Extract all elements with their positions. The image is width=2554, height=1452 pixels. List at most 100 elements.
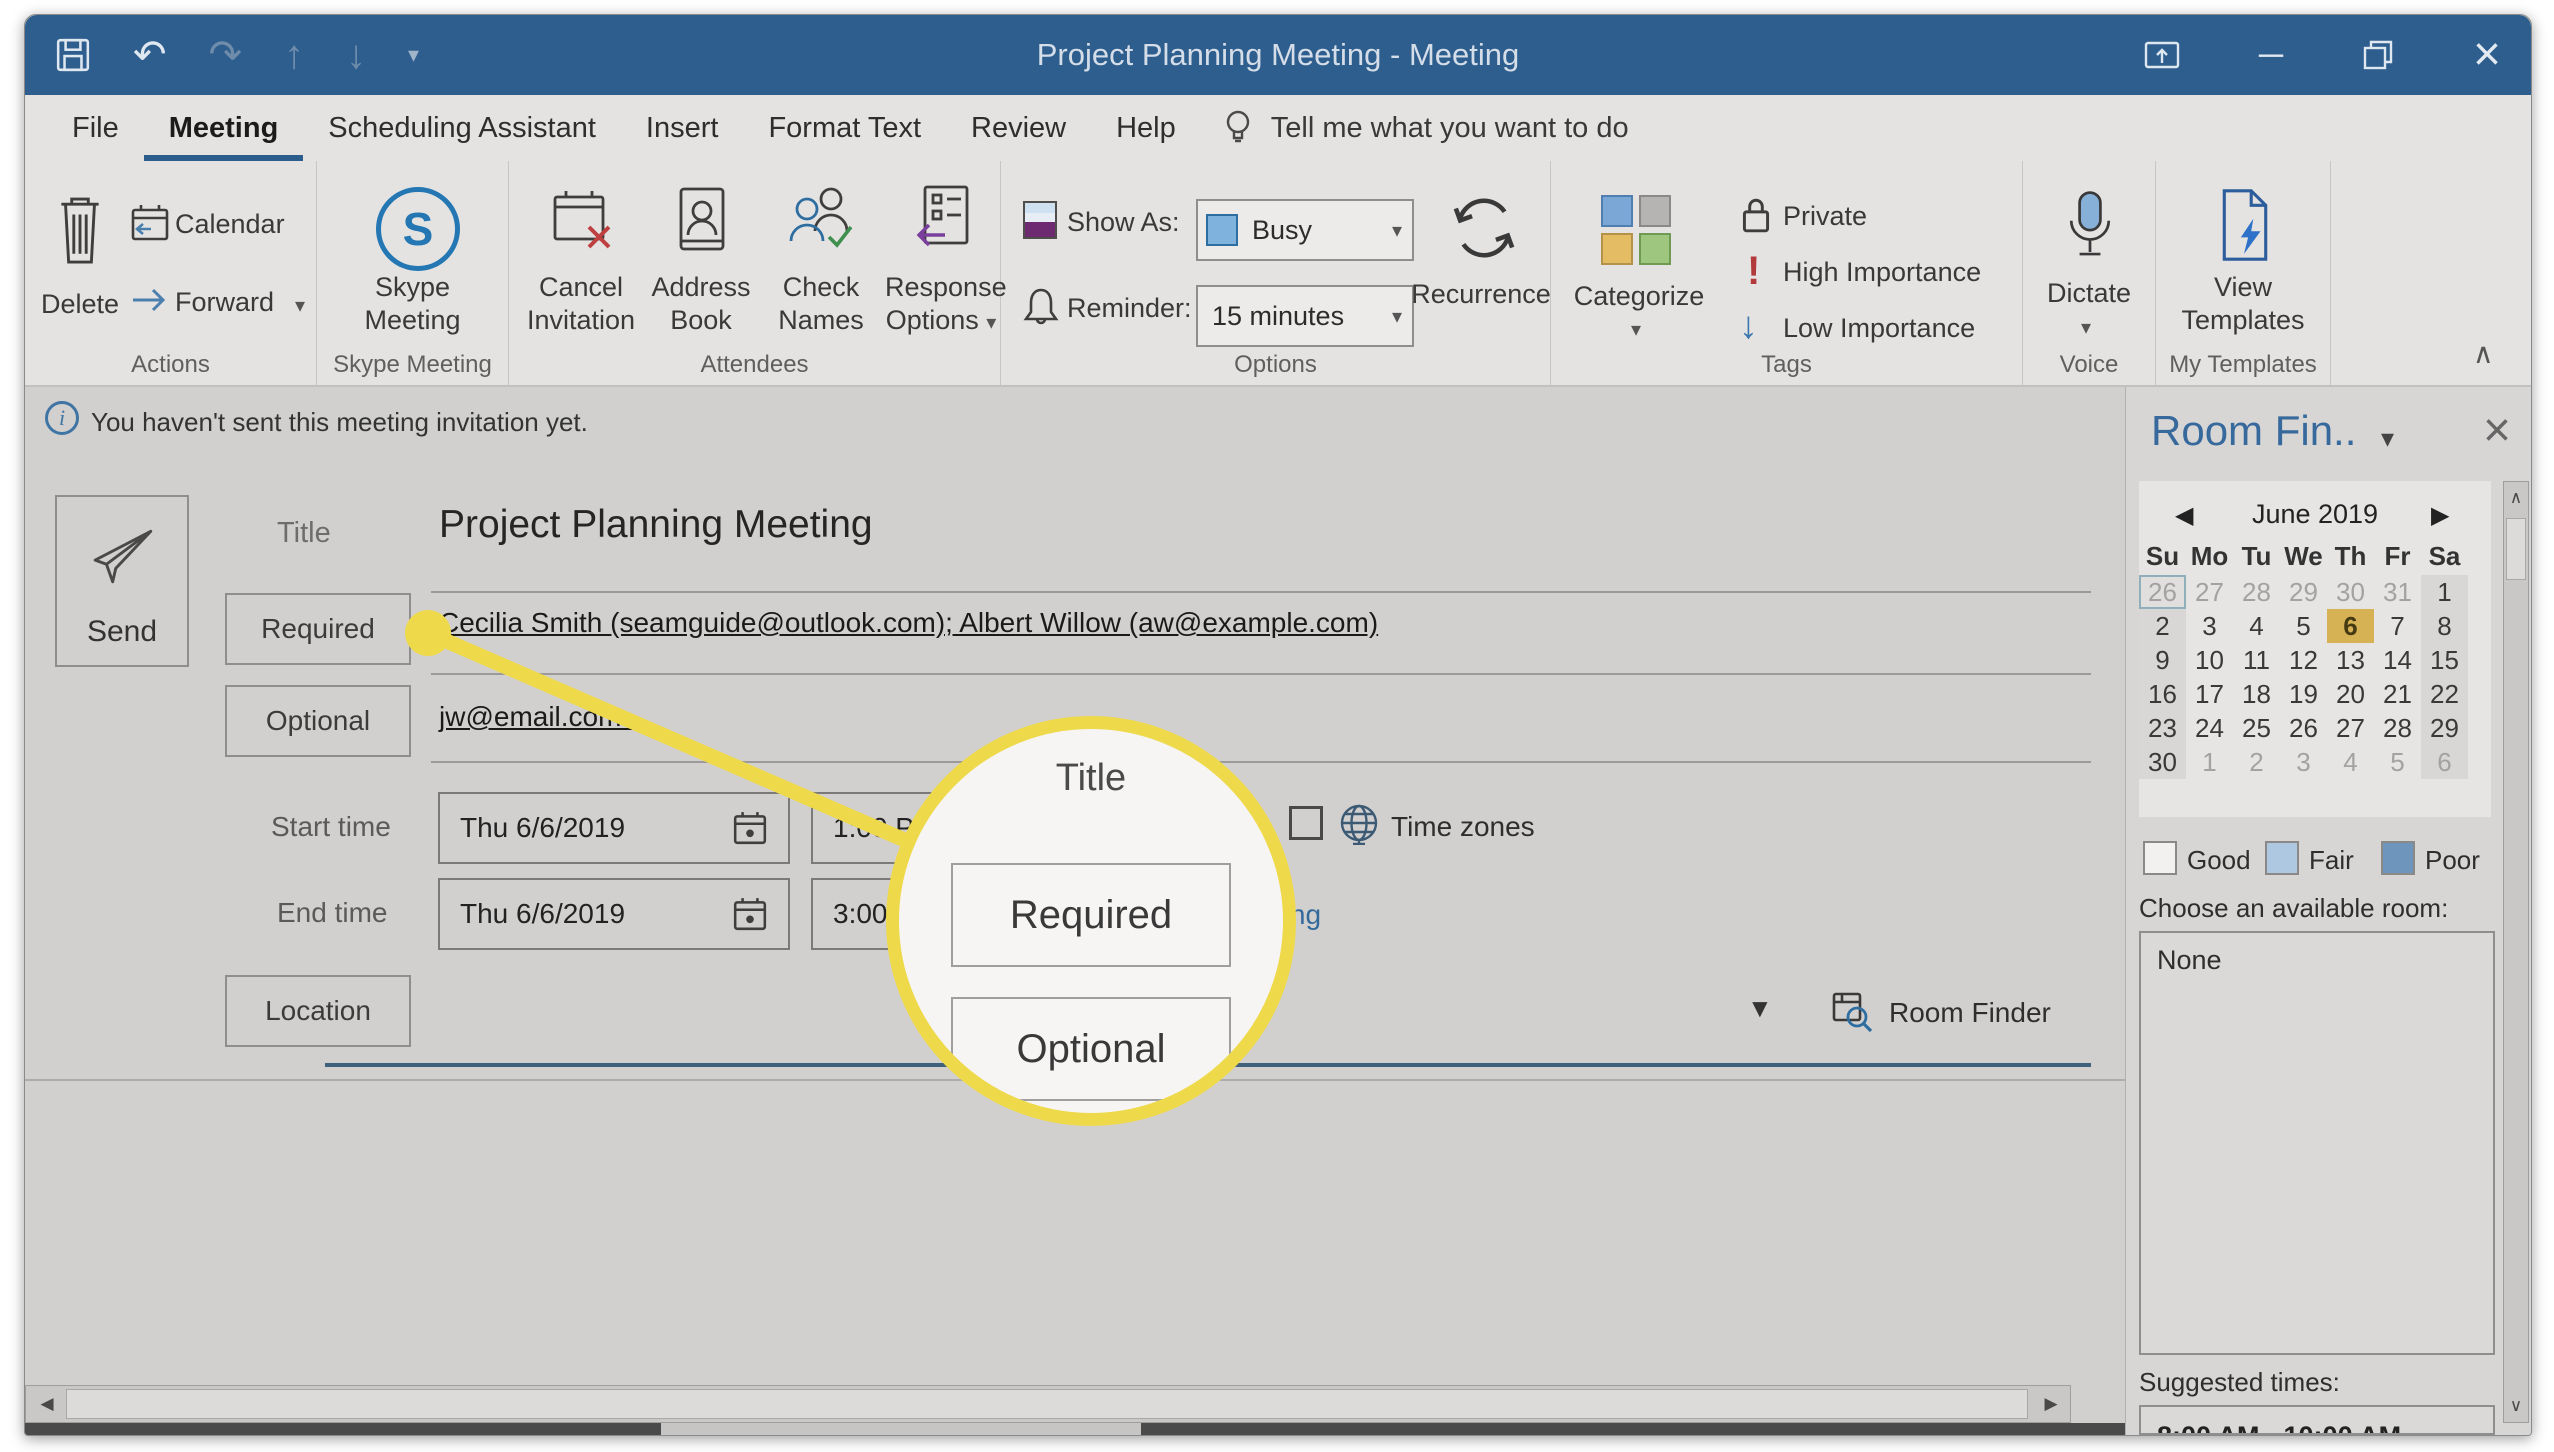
recurrence-icon[interactable]	[1445, 189, 1523, 267]
qat-customize-caret-icon[interactable]: ▾	[408, 44, 419, 66]
calendar-icon[interactable]	[129, 203, 171, 243]
minimize-button[interactable]: ─	[2259, 38, 2283, 72]
panel-scroll-down-icon[interactable]: ∨	[2504, 1394, 2528, 1418]
end-date-picker[interactable]: Thu 6/6/2019	[438, 878, 790, 950]
calendar-day[interactable]: 26	[2139, 575, 2186, 609]
calendar-button-label[interactable]: Calendar	[175, 209, 285, 240]
calendar-day[interactable]: 14	[2374, 643, 2421, 677]
tab-help[interactable]: Help	[1091, 95, 1201, 161]
tab-scheduling-assistant[interactable]: Scheduling Assistant	[303, 95, 621, 161]
calendar-day[interactable]: 29	[2421, 711, 2468, 745]
panel-scrollbar-thumb[interactable]	[2506, 518, 2526, 580]
calendar-day[interactable]: 25	[2233, 711, 2280, 745]
required-field-value[interactable]: Cecilia Smith (seamguide@outlook.com); A…	[439, 607, 1378, 639]
suggested-time-item[interactable]: 8:00 AM - 10:00 AM	[2141, 1407, 2493, 1435]
tab-review[interactable]: Review	[946, 95, 1091, 161]
title-field-value[interactable]: Project Planning Meeting	[439, 503, 873, 547]
horizontal-scrollbar-thumb[interactable]	[66, 1389, 2028, 1419]
available-rooms-listbox[interactable]: None	[2139, 931, 2495, 1355]
tab-file[interactable]: File	[47, 95, 144, 161]
room-finder-title-caret-icon[interactable]: ▾	[2381, 423, 2394, 454]
restore-button[interactable]	[2361, 38, 2395, 72]
calendar-day[interactable]: 2	[2139, 609, 2186, 643]
delete-label[interactable]: Delete	[25, 289, 135, 320]
categorize-icon[interactable]	[1601, 195, 1671, 265]
tell-me-box[interactable]: Tell me what you want to do	[1221, 95, 1629, 161]
calendar-day[interactable]: 9	[2139, 643, 2186, 677]
send-button[interactable]: Send	[55, 495, 189, 667]
room-finder-button[interactable]: Room Finder	[1831, 991, 2051, 1035]
calendar-day[interactable]: 30	[2327, 575, 2374, 609]
address-book-button[interactable]: Address Book	[645, 161, 757, 361]
room-list-item[interactable]: None	[2141, 933, 2493, 988]
calendar-day[interactable]: 26	[2280, 711, 2327, 745]
calendar-day[interactable]: 18	[2233, 677, 2280, 711]
end-date-calendar-icon[interactable]	[732, 896, 768, 932]
calendar-day[interactable]: 4	[2327, 745, 2374, 779]
calendar-day[interactable]: 5	[2374, 745, 2421, 779]
skype-meeting-label-2[interactable]: Meeting	[317, 304, 508, 337]
response-options-button[interactable]: Response Options ▾	[885, 161, 997, 361]
calendar-day[interactable]: 1	[2421, 575, 2468, 609]
show-as-select[interactable]: Busy ▾	[1196, 199, 1414, 261]
calendar-day[interactable]: 11	[2233, 643, 2280, 677]
view-templates-label-2[interactable]: Templates	[2156, 304, 2330, 337]
location-button[interactable]: Location	[225, 975, 411, 1047]
dictate-label[interactable]: Dictate	[2023, 277, 2155, 310]
calendar-day[interactable]: 20	[2327, 677, 2374, 711]
collapse-ribbon-chevron-icon[interactable]: ∧	[2473, 337, 2494, 370]
start-date-calendar-icon[interactable]	[732, 810, 768, 846]
skype-icon[interactable]: S	[376, 187, 460, 271]
high-importance-label[interactable]: High Importance	[1783, 257, 1981, 288]
dictate-microphone-icon[interactable]	[2065, 189, 2115, 267]
calendar-day[interactable]: 2	[2233, 745, 2280, 779]
panel-scroll-up-icon[interactable]: ∧	[2504, 486, 2528, 510]
required-button[interactable]: Required	[225, 593, 411, 665]
reminder-select[interactable]: 15 minutes ▾	[1196, 285, 1414, 347]
room-finder-close-icon[interactable]: ×	[2483, 403, 2511, 458]
scroll-right-arrow-icon[interactable]: ▶	[2036, 1388, 2066, 1420]
ribbon-display-options-icon[interactable]	[2143, 38, 2181, 72]
low-importance-label[interactable]: Low Importance	[1783, 313, 1975, 344]
calendar-next-month-icon[interactable]: ▶	[2431, 501, 2449, 530]
tab-insert[interactable]: Insert	[621, 95, 744, 161]
calendar-day[interactable]: 5	[2280, 609, 2327, 643]
view-templates-icon[interactable]	[2216, 187, 2274, 263]
calendar-day[interactable]: 7	[2374, 609, 2421, 643]
private-label[interactable]: Private	[1783, 201, 1867, 232]
horizontal-scrollbar[interactable]: ◀ ▶	[25, 1385, 2071, 1423]
calendar-day[interactable]: 17	[2186, 677, 2233, 711]
start-date-picker[interactable]: Thu 6/6/2019	[438, 792, 790, 864]
location-dropdown-caret-icon[interactable]: ▼	[1747, 993, 1773, 1024]
calendar-day[interactable]: 27	[2186, 575, 2233, 609]
calendar-day[interactable]: 23	[2139, 711, 2186, 745]
calendar-day[interactable]: 19	[2280, 677, 2327, 711]
cancel-invitation-button[interactable]: Cancel Invitation	[525, 161, 637, 361]
calendar-day[interactable]: 24	[2186, 711, 2233, 745]
save-icon[interactable]	[55, 37, 91, 73]
categorize-caret-icon[interactable]: ▾	[1631, 317, 1641, 342]
scroll-left-arrow-icon[interactable]: ◀	[32, 1388, 62, 1420]
calendar-day[interactable]: 3	[2280, 745, 2327, 779]
calendar-month-label[interactable]: June 2019	[2205, 499, 2425, 530]
forward-arrow-icon[interactable]	[129, 283, 171, 317]
calendar-day[interactable]: 8	[2421, 609, 2468, 643]
calendar-day[interactable]: 28	[2233, 575, 2280, 609]
optional-button[interactable]: Optional	[225, 685, 411, 757]
calendar-day[interactable]: 15	[2421, 643, 2468, 677]
recurrence-label[interactable]: Recurrence	[1411, 279, 1551, 310]
calendar-day[interactable]: 27	[2327, 711, 2374, 745]
calendar-day[interactable]: 12	[2280, 643, 2327, 677]
undo-icon[interactable]: ↶	[133, 35, 167, 75]
calendar-day[interactable]: 10	[2186, 643, 2233, 677]
calendar-day[interactable]: 31	[2374, 575, 2421, 609]
calendar-day[interactable]: 13	[2327, 643, 2374, 677]
calendar-day[interactable]: 1	[2186, 745, 2233, 779]
skype-meeting-label-1[interactable]: Skype	[317, 271, 508, 304]
timezones-checkbox[interactable]	[1289, 806, 1323, 840]
view-templates-label-1[interactable]: View	[2156, 271, 2330, 304]
delete-icon[interactable]	[49, 191, 111, 267]
calendar-day[interactable]: 4	[2233, 609, 2280, 643]
panel-vertical-scrollbar[interactable]: ∧ ∨	[2503, 481, 2529, 1423]
tab-format-text[interactable]: Format Text	[743, 95, 946, 161]
